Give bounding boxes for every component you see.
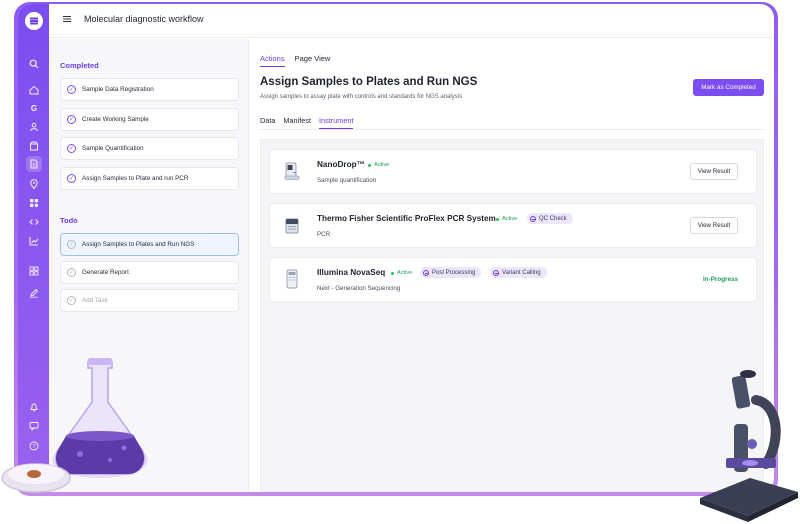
todo-heading: Todo (60, 216, 78, 225)
task-label: Assign Samples to Plates and Run NGS (82, 241, 195, 248)
instrument-desc: PCR (317, 231, 331, 238)
task-item[interactable]: ✓ Sample Quantification (60, 137, 239, 160)
flask-illustration (1, 358, 148, 493)
instrument-name: NanoDrop™ (317, 160, 365, 169)
nanodrop-icon (284, 162, 300, 180)
status-badge: Active (391, 270, 412, 276)
page-title: Molecular diagnostic workflow (84, 14, 204, 24)
tab-divider (260, 129, 764, 130)
mark-completed-button[interactable]: Mark as Completed (693, 79, 764, 96)
task-label: Add Task (82, 297, 108, 304)
check-icon: ✓ (67, 174, 76, 183)
view-result-button[interactable]: View Result (690, 163, 738, 180)
task-item[interactable]: ✓ Sample Data Registration (60, 78, 239, 101)
tab-manifest[interactable]: Manifest (283, 116, 311, 129)
post-processing-chip[interactable]: Post Processing (420, 267, 482, 278)
instrument-card: NanoDrop™ Active Sample quantification V… (269, 149, 757, 194)
task-label: Generate Report (82, 269, 129, 276)
instrument-card: Illumina NovaSeq Active Post Processing … (269, 257, 757, 302)
top-tabs: Actions Page View (260, 54, 330, 67)
search-icon[interactable] (26, 56, 42, 72)
task-item[interactable]: ✓ Assign Samples to Plate and run PCR (60, 167, 239, 190)
tab-page-view[interactable]: Page View (295, 54, 331, 67)
sub-tabs: Data Manifest Instrument (260, 116, 354, 129)
check-icon: ✓ (67, 268, 76, 277)
view-result-button[interactable]: View Result (690, 217, 738, 234)
chart-icon[interactable] (26, 233, 42, 249)
add-task-button[interactable]: ✓ Add Task (60, 289, 239, 312)
check-icon: ✓ (67, 115, 76, 124)
minus-circle-icon (530, 215, 536, 222)
instrument-desc: Next - Generation Sequencing (317, 285, 401, 292)
status-badge: Active (496, 216, 517, 222)
pcr-machine-icon (285, 218, 299, 234)
microscope-illustration (700, 370, 798, 522)
pen-icon[interactable] (26, 285, 42, 301)
instrument-name: Thermo Fisher Scientific ProFlex PCR Sys… (317, 214, 496, 223)
location-icon[interactable] (26, 176, 42, 192)
check-icon: ✓ (67, 240, 76, 249)
qc-check-chip[interactable]: QC Check (527, 213, 573, 224)
progress-status: In-Progress (703, 276, 738, 283)
tab-actions[interactable]: Actions (260, 54, 285, 67)
users-icon[interactable] (26, 119, 42, 135)
minus-circle-icon (423, 269, 429, 276)
status-badge: Active (368, 162, 389, 168)
task-label: Assign Samples to Plate and run PCR (82, 175, 189, 182)
task-item[interactable]: ✓ Create Working Sample (60, 108, 239, 131)
grid-icon[interactable] (26, 195, 42, 211)
check-icon: ✓ (67, 144, 76, 153)
code-icon[interactable] (26, 214, 42, 230)
task-item-active[interactable]: ✓ Assign Samples to Plates and Run NGS (60, 233, 239, 256)
box-icon[interactable] (26, 138, 42, 154)
home-icon[interactable] (26, 82, 42, 98)
document-icon[interactable] (26, 156, 42, 172)
task-label: Sample Data Registration (82, 86, 154, 93)
task-label: Sample Quantification (82, 145, 144, 152)
instrument-desc: Sample quantification (317, 177, 377, 184)
sequencer-icon (286, 269, 298, 289)
instrument-list: NanoDrop™ Active Sample quantification V… (260, 139, 764, 492)
instrument-name: Illumina NovaSeq (317, 268, 386, 277)
section-subtitle: Assign samples to assay plate with contr… (260, 94, 463, 100)
tab-data[interactable]: Data (260, 116, 275, 129)
instrument-card: Thermo Fisher Scientific ProFlex PCR Sys… (269, 203, 757, 248)
top-bar: Molecular diagnostic workflow (49, 4, 774, 38)
apps-icon[interactable] (26, 263, 42, 279)
completed-heading: Completed (60, 61, 99, 70)
hamburger-icon[interactable] (63, 16, 71, 18)
check-icon: ✓ (67, 296, 76, 305)
minus-circle-icon (493, 269, 499, 276)
check-icon: ✓ (67, 85, 76, 94)
section-title: Assign Samples to Plates and Run NGS (260, 76, 478, 88)
variant-calling-chip[interactable]: Variant Calling (490, 267, 547, 278)
tab-instrument[interactable]: Instrument (319, 116, 354, 129)
menu-icon[interactable] (25, 12, 43, 30)
google-icon[interactable]: G (26, 100, 42, 116)
task-label: Create Working Sample (82, 116, 149, 123)
task-item[interactable]: ✓ Generate Report (60, 261, 239, 284)
